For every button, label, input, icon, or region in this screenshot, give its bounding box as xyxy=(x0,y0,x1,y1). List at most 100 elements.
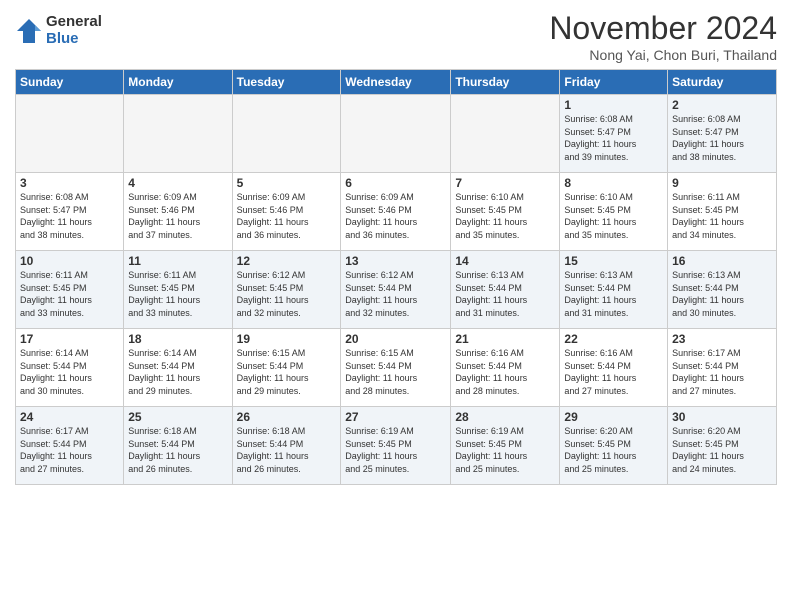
header: General Blue November 2024 Nong Yai, Cho… xyxy=(15,10,777,63)
day-info: Sunrise: 6:09 AM Sunset: 5:46 PM Dayligh… xyxy=(237,191,337,241)
col-monday: Monday xyxy=(124,70,232,95)
day-info: Sunrise: 6:08 AM Sunset: 5:47 PM Dayligh… xyxy=(564,113,663,163)
col-sunday: Sunday xyxy=(16,70,124,95)
day-info: Sunrise: 6:11 AM Sunset: 5:45 PM Dayligh… xyxy=(20,269,119,319)
logo-blue: Blue xyxy=(46,31,102,48)
calendar-cell: 10Sunrise: 6:11 AM Sunset: 5:45 PM Dayli… xyxy=(16,251,124,329)
day-number: 8 xyxy=(564,176,663,190)
day-number: 9 xyxy=(672,176,772,190)
day-info: Sunrise: 6:11 AM Sunset: 5:45 PM Dayligh… xyxy=(672,191,772,241)
calendar-cell: 8Sunrise: 6:10 AM Sunset: 5:45 PM Daylig… xyxy=(560,173,668,251)
day-number: 7 xyxy=(455,176,555,190)
calendar-cell: 15Sunrise: 6:13 AM Sunset: 5:44 PM Dayli… xyxy=(560,251,668,329)
day-info: Sunrise: 6:16 AM Sunset: 5:44 PM Dayligh… xyxy=(455,347,555,397)
day-info: Sunrise: 6:10 AM Sunset: 5:45 PM Dayligh… xyxy=(455,191,555,241)
day-number: 19 xyxy=(237,332,337,346)
calendar-cell: 21Sunrise: 6:16 AM Sunset: 5:44 PM Dayli… xyxy=(451,329,560,407)
col-tuesday: Tuesday xyxy=(232,70,341,95)
calendar-cell: 28Sunrise: 6:19 AM Sunset: 5:45 PM Dayli… xyxy=(451,407,560,485)
day-info: Sunrise: 6:08 AM Sunset: 5:47 PM Dayligh… xyxy=(20,191,119,241)
day-info: Sunrise: 6:18 AM Sunset: 5:44 PM Dayligh… xyxy=(237,425,337,475)
day-info: Sunrise: 6:13 AM Sunset: 5:44 PM Dayligh… xyxy=(455,269,555,319)
day-info: Sunrise: 6:16 AM Sunset: 5:44 PM Dayligh… xyxy=(564,347,663,397)
day-info: Sunrise: 6:20 AM Sunset: 5:45 PM Dayligh… xyxy=(564,425,663,475)
calendar-cell: 29Sunrise: 6:20 AM Sunset: 5:45 PM Dayli… xyxy=(560,407,668,485)
day-number: 1 xyxy=(564,98,663,112)
calendar-row: 3Sunrise: 6:08 AM Sunset: 5:47 PM Daylig… xyxy=(16,173,777,251)
day-number: 3 xyxy=(20,176,119,190)
calendar-row: 17Sunrise: 6:14 AM Sunset: 5:44 PM Dayli… xyxy=(16,329,777,407)
day-info: Sunrise: 6:10 AM Sunset: 5:45 PM Dayligh… xyxy=(564,191,663,241)
calendar-cell: 4Sunrise: 6:09 AM Sunset: 5:46 PM Daylig… xyxy=(124,173,232,251)
calendar-cell: 27Sunrise: 6:19 AM Sunset: 5:45 PM Dayli… xyxy=(341,407,451,485)
calendar-cell: 1Sunrise: 6:08 AM Sunset: 5:47 PM Daylig… xyxy=(560,95,668,173)
day-number: 10 xyxy=(20,254,119,268)
day-info: Sunrise: 6:11 AM Sunset: 5:45 PM Dayligh… xyxy=(128,269,227,319)
location: Nong Yai, Chon Buri, Thailand xyxy=(549,47,777,63)
day-number: 15 xyxy=(564,254,663,268)
logo-icon xyxy=(15,17,43,45)
logo: General Blue xyxy=(15,14,102,47)
calendar-cell: 3Sunrise: 6:08 AM Sunset: 5:47 PM Daylig… xyxy=(16,173,124,251)
day-info: Sunrise: 6:14 AM Sunset: 5:44 PM Dayligh… xyxy=(128,347,227,397)
logo-text: General Blue xyxy=(46,14,102,47)
calendar-cell: 25Sunrise: 6:18 AM Sunset: 5:44 PM Dayli… xyxy=(124,407,232,485)
calendar-page: General Blue November 2024 Nong Yai, Cho… xyxy=(0,0,792,612)
day-info: Sunrise: 6:08 AM Sunset: 5:47 PM Dayligh… xyxy=(672,113,772,163)
day-number: 12 xyxy=(237,254,337,268)
day-number: 17 xyxy=(20,332,119,346)
calendar-cell: 7Sunrise: 6:10 AM Sunset: 5:45 PM Daylig… xyxy=(451,173,560,251)
day-info: Sunrise: 6:14 AM Sunset: 5:44 PM Dayligh… xyxy=(20,347,119,397)
logo-general: General xyxy=(46,14,102,31)
day-number: 4 xyxy=(128,176,227,190)
day-number: 26 xyxy=(237,410,337,424)
day-number: 29 xyxy=(564,410,663,424)
calendar-cell: 5Sunrise: 6:09 AM Sunset: 5:46 PM Daylig… xyxy=(232,173,341,251)
day-info: Sunrise: 6:15 AM Sunset: 5:44 PM Dayligh… xyxy=(237,347,337,397)
day-info: Sunrise: 6:13 AM Sunset: 5:44 PM Dayligh… xyxy=(672,269,772,319)
col-friday: Friday xyxy=(560,70,668,95)
calendar-cell: 19Sunrise: 6:15 AM Sunset: 5:44 PM Dayli… xyxy=(232,329,341,407)
day-info: Sunrise: 6:19 AM Sunset: 5:45 PM Dayligh… xyxy=(345,425,446,475)
day-number: 11 xyxy=(128,254,227,268)
calendar-cell: 18Sunrise: 6:14 AM Sunset: 5:44 PM Dayli… xyxy=(124,329,232,407)
day-number: 16 xyxy=(672,254,772,268)
day-number: 2 xyxy=(672,98,772,112)
calendar-body: 1Sunrise: 6:08 AM Sunset: 5:47 PM Daylig… xyxy=(16,95,777,485)
calendar-cell: 24Sunrise: 6:17 AM Sunset: 5:44 PM Dayli… xyxy=(16,407,124,485)
calendar-cell: 22Sunrise: 6:16 AM Sunset: 5:44 PM Dayli… xyxy=(560,329,668,407)
calendar-table: Sunday Monday Tuesday Wednesday Thursday… xyxy=(15,69,777,485)
col-thursday: Thursday xyxy=(451,70,560,95)
day-number: 23 xyxy=(672,332,772,346)
day-number: 21 xyxy=(455,332,555,346)
day-info: Sunrise: 6:09 AM Sunset: 5:46 PM Dayligh… xyxy=(128,191,227,241)
day-number: 18 xyxy=(128,332,227,346)
calendar-cell: 26Sunrise: 6:18 AM Sunset: 5:44 PM Dayli… xyxy=(232,407,341,485)
day-number: 22 xyxy=(564,332,663,346)
calendar-cell: 12Sunrise: 6:12 AM Sunset: 5:45 PM Dayli… xyxy=(232,251,341,329)
calendar-row: 24Sunrise: 6:17 AM Sunset: 5:44 PM Dayli… xyxy=(16,407,777,485)
calendar-row: 10Sunrise: 6:11 AM Sunset: 5:45 PM Dayli… xyxy=(16,251,777,329)
day-number: 24 xyxy=(20,410,119,424)
day-number: 28 xyxy=(455,410,555,424)
calendar-cell xyxy=(16,95,124,173)
header-row: Sunday Monday Tuesday Wednesday Thursday… xyxy=(16,70,777,95)
calendar-cell: 2Sunrise: 6:08 AM Sunset: 5:47 PM Daylig… xyxy=(668,95,777,173)
day-info: Sunrise: 6:20 AM Sunset: 5:45 PM Dayligh… xyxy=(672,425,772,475)
calendar-header: Sunday Monday Tuesday Wednesday Thursday… xyxy=(16,70,777,95)
day-number: 13 xyxy=(345,254,446,268)
day-number: 6 xyxy=(345,176,446,190)
calendar-cell xyxy=(232,95,341,173)
day-info: Sunrise: 6:13 AM Sunset: 5:44 PM Dayligh… xyxy=(564,269,663,319)
calendar-cell: 11Sunrise: 6:11 AM Sunset: 5:45 PM Dayli… xyxy=(124,251,232,329)
calendar-cell: 17Sunrise: 6:14 AM Sunset: 5:44 PM Dayli… xyxy=(16,329,124,407)
title-section: November 2024 Nong Yai, Chon Buri, Thail… xyxy=(549,10,777,63)
day-info: Sunrise: 6:12 AM Sunset: 5:45 PM Dayligh… xyxy=(237,269,337,319)
month-title: November 2024 xyxy=(549,10,777,47)
day-info: Sunrise: 6:09 AM Sunset: 5:46 PM Dayligh… xyxy=(345,191,446,241)
day-info: Sunrise: 6:12 AM Sunset: 5:44 PM Dayligh… xyxy=(345,269,446,319)
day-number: 30 xyxy=(672,410,772,424)
day-info: Sunrise: 6:17 AM Sunset: 5:44 PM Dayligh… xyxy=(20,425,119,475)
col-saturday: Saturday xyxy=(668,70,777,95)
calendar-cell: 14Sunrise: 6:13 AM Sunset: 5:44 PM Dayli… xyxy=(451,251,560,329)
